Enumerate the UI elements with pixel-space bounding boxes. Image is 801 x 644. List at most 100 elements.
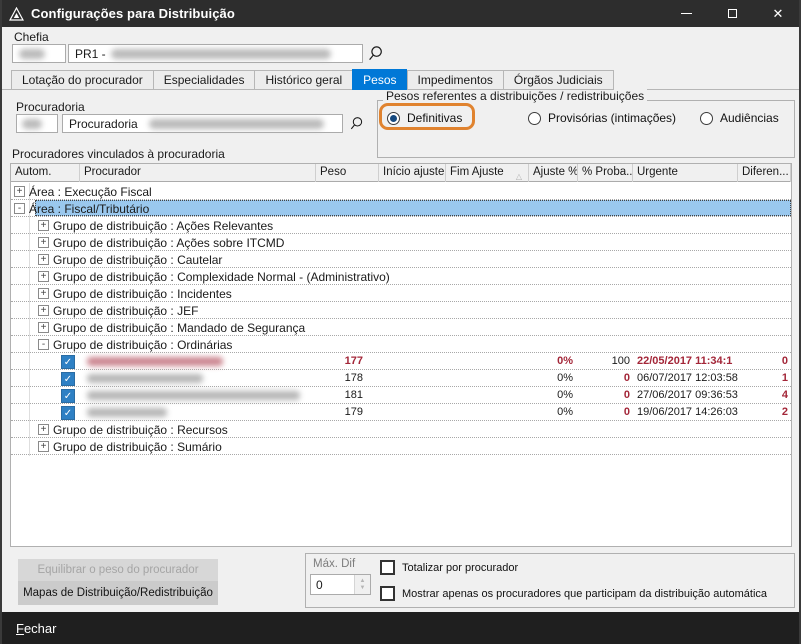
radio-audiencias[interactable]: Audiências bbox=[700, 109, 779, 127]
tab-historico-geral[interactable]: Histórico geral bbox=[254, 70, 352, 90]
procurador-row[interactable]: ✓1770%10022/05/2017 11:34:10 bbox=[11, 353, 791, 370]
group-row-grupo-de-distribuicao-cautelar[interactable]: + Grupo de distribuição : Cautelar bbox=[11, 251, 791, 268]
radio-unselected-icon bbox=[700, 112, 713, 125]
column-header-ajuste[interactable]: Ajuste % bbox=[529, 164, 578, 182]
column-header-proba[interactable]: % Proba... bbox=[578, 164, 633, 182]
pesos-group-title: Pesos referentes a distribuições / redis… bbox=[383, 89, 647, 103]
group-row-grupo-de-distribuicao-mandado-de-seguranca[interactable]: +Grupo de distribuição : Mandado de Segu… bbox=[11, 319, 791, 336]
group-row-label: Grupo de distribuição : Ações sobre ITCM… bbox=[53, 236, 284, 250]
close-button[interactable]: ✕ bbox=[755, 0, 801, 27]
configuracoes-distribuicao-dialog: Configurações para Distribuição ✕ Chefia… bbox=[0, 0, 801, 644]
redacted-text bbox=[19, 49, 45, 59]
redacted-text bbox=[111, 49, 331, 59]
procurador-row[interactable]: ✓1780%006/07/2017 12:03:581 bbox=[11, 370, 791, 387]
collapse-icon[interactable]: - bbox=[14, 203, 25, 214]
fechar-label: Fechar bbox=[16, 621, 56, 636]
minimize-button[interactable] bbox=[663, 0, 709, 27]
group-row-grupo-de-distribuicao-recursos[interactable]: + Grupo de distribuição : Recursos bbox=[11, 421, 791, 438]
autom-checkbox-checked[interactable]: ✓ bbox=[61, 389, 75, 403]
totalizar-checkbox[interactable] bbox=[380, 560, 395, 575]
procuradoria-search-icon[interactable] bbox=[349, 116, 364, 131]
column-header-inicio-ajuste[interactable]: Início ajuste bbox=[379, 164, 446, 182]
column-header-autom[interactable]: Autom. bbox=[11, 164, 80, 182]
expand-icon[interactable]: + bbox=[38, 424, 49, 435]
procuradoria-label: Procuradoria bbox=[16, 100, 85, 114]
group-row-grupo-de-distribuicao-jef[interactable]: + Grupo de distribuição : JEF bbox=[11, 302, 791, 319]
redacted-text bbox=[22, 119, 42, 129]
procurador-row[interactable]: ✓1790%019/06/2017 14:26:032 bbox=[11, 404, 791, 421]
fechar-button[interactable]: Fechar bbox=[0, 612, 801, 644]
autom-checkbox-checked[interactable]: ✓ bbox=[61, 355, 75, 369]
totalizar-label: Totalizar por procurador bbox=[402, 562, 518, 574]
chefia-search-icon[interactable] bbox=[367, 45, 384, 62]
expand-icon[interactable]: + bbox=[38, 271, 49, 282]
cell-ajuste: 0% bbox=[491, 406, 573, 418]
autom-checkbox-checked[interactable]: ✓ bbox=[61, 372, 75, 386]
tab-orgaos-judiciais[interactable]: Órgãos Judiciais bbox=[503, 70, 614, 90]
column-header-fim-ajuste[interactable]: Fim Ajuste△ bbox=[446, 164, 529, 182]
chefia-value: PR1 - bbox=[75, 47, 106, 61]
cell-peso: 181 bbox=[305, 389, 363, 401]
cell-peso: 177 bbox=[305, 355, 363, 367]
expand-icon[interactable]: + bbox=[14, 186, 25, 197]
expand-icon[interactable]: + bbox=[38, 237, 49, 248]
expand-icon[interactable]: + bbox=[38, 305, 49, 316]
cell-diferen: 4 bbox=[711, 389, 788, 401]
procurador-row[interactable]: ✓1810%027/06/2017 09:36:534 bbox=[11, 387, 791, 404]
column-header-peso[interactable]: Peso bbox=[316, 164, 379, 182]
maximize-button[interactable] bbox=[709, 0, 755, 27]
mapas-distribuicao-button[interactable]: Mapas de Distribuição/Redistribuição bbox=[18, 581, 218, 605]
chefia-code-field[interactable] bbox=[12, 44, 66, 63]
group-row-grupo-de-distribuicao-complexidade-normal-administrativo[interactable]: +Grupo de distribuição : Complexidade No… bbox=[11, 268, 791, 285]
group-row-grupo-de-distribuicao-sumario[interactable]: + Grupo de distribuição : Sumário bbox=[11, 438, 791, 455]
group-row-grupo-de-distribuicao-acoes-relevantes[interactable]: +Grupo de distribuição : Ações Relevante… bbox=[11, 217, 791, 234]
expand-icon[interactable]: + bbox=[38, 288, 49, 299]
mostrar-apenas-checkbox[interactable] bbox=[380, 586, 395, 601]
group-row-label: Grupo de distribuição : Recursos bbox=[53, 423, 228, 437]
group-row-label: Grupo de distribuição : Sumário bbox=[53, 440, 222, 454]
tab-impedimentos[interactable]: Impedimentos bbox=[407, 70, 503, 90]
close-icon: ✕ bbox=[773, 7, 784, 20]
procuradoria-name-field[interactable]: Procuradoria bbox=[62, 114, 343, 133]
max-dif-spinner[interactable]: 0 ▲▼ bbox=[310, 574, 371, 595]
spinner-arrows[interactable]: ▲▼ bbox=[354, 575, 370, 594]
spin-up-icon[interactable]: ▲ bbox=[360, 578, 366, 585]
column-header-diferen[interactable]: Diferen... bbox=[738, 164, 791, 182]
group-row-grupo-de-distribuicao-incidentes[interactable]: +Grupo de distribuição : Incidentes bbox=[11, 285, 791, 302]
equilibrar-peso-button[interactable]: Equilibrar o peso do procurador bbox=[18, 559, 218, 581]
tab-lotacao-do-procurador[interactable]: Lotação do procurador bbox=[11, 70, 153, 90]
max-dif-label: Máx. Dif bbox=[313, 558, 355, 570]
tab-pesos[interactable]: Pesos bbox=[352, 69, 406, 90]
redacted-procurador-name bbox=[87, 357, 223, 366]
group-row-grupo-de-distribuicao-ordinarias[interactable]: -Grupo de distribuição : Ordinárias bbox=[11, 336, 791, 353]
procuradoria-code-field[interactable] bbox=[16, 114, 58, 133]
procuradoria-value: Procuradoria bbox=[69, 117, 138, 131]
group-row-area-execucao-fiscal[interactable]: +Área : Execução Fiscal bbox=[11, 183, 791, 200]
spin-down-icon[interactable]: ▼ bbox=[360, 585, 366, 592]
table-header: Autom.ProcuradorPesoInício ajusteFim Aju… bbox=[11, 164, 791, 182]
title-bar[interactable]: Configurações para Distribuição ✕ bbox=[0, 0, 801, 27]
maximize-icon bbox=[728, 9, 737, 18]
column-header-urgente[interactable]: Urgente bbox=[633, 164, 738, 182]
expand-icon[interactable]: + bbox=[38, 441, 49, 452]
collapse-icon[interactable]: - bbox=[38, 339, 49, 350]
app-logo-triangle-icon bbox=[9, 7, 24, 21]
radio-definitivas[interactable]: Definitivas bbox=[387, 109, 462, 127]
autom-checkbox-checked[interactable]: ✓ bbox=[61, 406, 75, 420]
radio-provisorias-intimacoes[interactable]: Provisórias (intimações) bbox=[528, 109, 676, 127]
group-row-label: Grupo de distribuição : JEF bbox=[53, 304, 198, 318]
group-row-area-fiscal-tributario[interactable]: -Área : Fiscal/Tributário bbox=[11, 200, 791, 217]
expand-icon[interactable]: + bbox=[38, 322, 49, 333]
max-dif-value: 0 bbox=[316, 578, 323, 592]
group-row-grupo-de-distribuicao-acoes-sobre-itcmd[interactable]: + Grupo de distribuição : Ações sobre ITC… bbox=[11, 234, 791, 251]
chefia-name-field[interactable]: PR1 - bbox=[68, 44, 363, 63]
expand-icon[interactable]: + bbox=[38, 220, 49, 231]
radio-unselected-icon bbox=[528, 112, 541, 125]
column-header-procurador[interactable]: Procurador bbox=[80, 164, 316, 182]
expand-icon[interactable]: + bbox=[38, 254, 49, 265]
tab-especialidades[interactable]: Especialidades bbox=[153, 70, 255, 90]
chefia-label: Chefia bbox=[14, 30, 49, 44]
redacted-procurador-name bbox=[87, 391, 300, 400]
group-row-label: Grupo de distribuição : Cautelar bbox=[53, 253, 222, 267]
table-caption: Procuradores vinculados à procuradoria bbox=[12, 147, 225, 161]
